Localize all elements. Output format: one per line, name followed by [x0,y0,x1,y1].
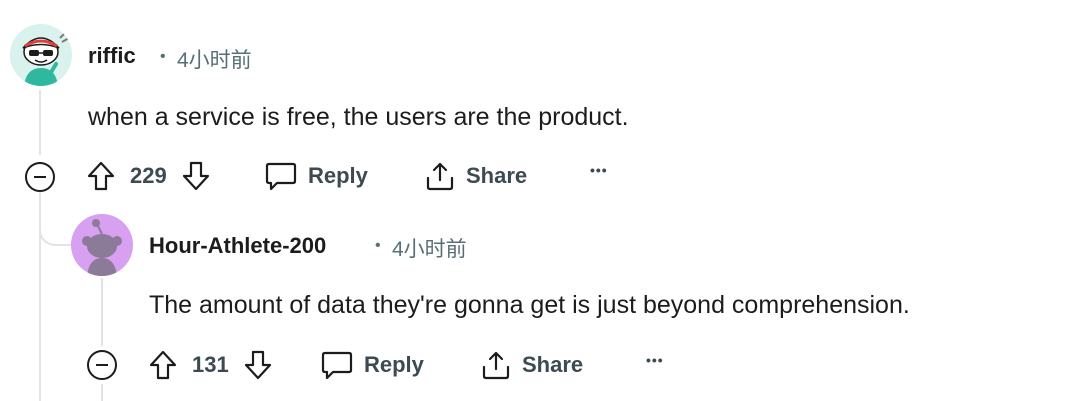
share-icon [424,160,456,192]
thread-line-reply [101,278,103,346]
vote-count: 229 [130,163,167,188]
speech-bubble-icon [320,349,354,381]
minus-icon [96,364,108,366]
avatar[interactable] [10,24,72,86]
share-button[interactable]: Share [480,347,583,383]
more-options-icon[interactable]: ••• [646,352,664,368]
downvote-icon[interactable] [243,349,273,381]
reply-button[interactable]: Reply [320,347,424,383]
share-label: Share [466,163,528,188]
upvote-icon[interactable] [86,160,116,192]
default-snoo-icon [71,214,133,276]
downvote-icon[interactable] [181,160,211,192]
snoo-avatar-icon [10,24,72,86]
more-options-icon[interactable]: ••• [590,162,608,178]
collapse-button[interactable] [25,162,55,192]
reply-label: Reply [308,163,368,188]
comment-body: The amount of data they're gonna get is … [149,291,910,319]
speech-bubble-icon [264,160,298,192]
timestamp[interactable]: 4小时前 [392,233,467,263]
collapse-button[interactable] [87,350,117,380]
share-icon [480,349,512,381]
minus-icon [34,176,46,178]
username[interactable]: Hour-Athlete-200 [149,233,326,259]
avatar[interactable] [71,214,133,276]
reply-label: Reply [364,352,424,377]
thread-line-root [39,90,41,155]
timestamp[interactable]: 4小时前 [177,44,252,74]
reply-button[interactable]: Reply [264,158,368,194]
share-label: Share [522,352,584,377]
share-button[interactable]: Share [424,158,527,194]
comment-body: when a service is free, the users are th… [88,103,629,131]
username[interactable]: riffic [88,43,136,69]
meta-separator: • [160,48,166,65]
meta-separator: • [375,237,381,254]
vote-count: 131 [192,352,229,377]
thread-line-reply-lower [101,384,103,401]
vote-group: 229 [86,158,211,194]
upvote-icon[interactable] [148,349,178,381]
thread-branch-connector [39,192,75,246]
vote-group: 131 [148,347,273,383]
